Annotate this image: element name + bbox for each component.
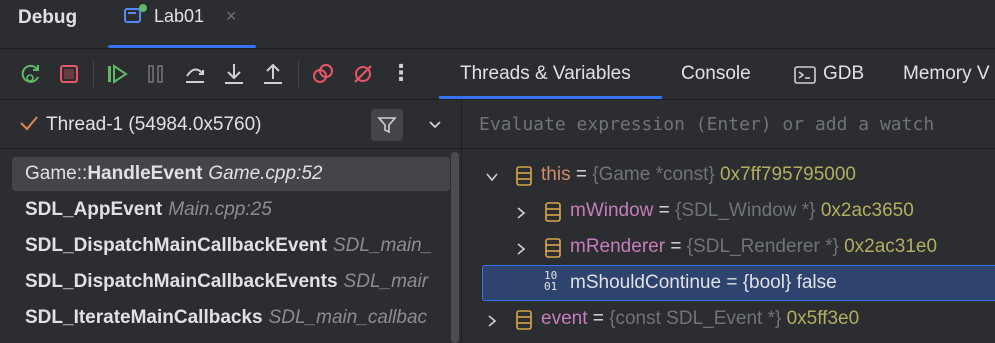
variable-value: 0x7ff795795000 [720, 164, 856, 185]
field-icon [515, 166, 533, 191]
pause-icon[interactable] [143, 61, 169, 87]
variable-name: mWindow [570, 200, 654, 221]
frame-function: SDL_DispatchMainCallbackEvent [25, 235, 327, 256]
check-icon [18, 112, 40, 139]
mute-breakpoints-icon[interactable] [350, 61, 376, 87]
chevron-down-icon[interactable] [485, 168, 499, 189]
variable-row-this[interactable]: this = {Game *const} 0x7ff795795000 [462, 157, 995, 193]
variable-name: this [541, 164, 571, 185]
frames-panel: Thread-1 (54984.0x5760) Game::HandleEven… [0, 100, 462, 343]
chevron-down-icon[interactable] [426, 115, 444, 138]
step-into-icon[interactable] [221, 61, 247, 87]
variable-name: event [541, 308, 588, 329]
frame-function: SDL_AppEvent [25, 199, 163, 220]
variable-text: mShouldContinue = {bool} false [570, 272, 837, 293]
thread-selector[interactable]: Thread-1 (54984.0x5760) [0, 100, 461, 149]
variable-value: 0x2ac31e0 [844, 236, 938, 257]
stack-frame-item[interactable]: SDL_DispatchMainCallbackEvents SDL_mair [12, 265, 450, 299]
resume-icon[interactable] [104, 61, 130, 87]
run-config-icon [124, 8, 141, 23]
tab-gdb[interactable]: GDB [823, 63, 864, 85]
chevron-right-icon[interactable] [514, 240, 528, 261]
active-tab-underline [439, 96, 662, 99]
equals-sign: = [665, 236, 687, 257]
frame-location: Main.cpp:25 [168, 199, 272, 220]
frame-namespace: Game:: [25, 163, 88, 184]
equals-sign: = [653, 200, 676, 221]
variables-panel: Evaluate expression (Enter) or add a wat… [462, 100, 995, 343]
step-out-icon[interactable] [260, 61, 286, 87]
frame-function: SDL_IterateMainCallbacks [25, 307, 263, 328]
variable-row-mrenderer[interactable]: mRenderer = {SDL_Renderer *} 0x2ac31e0 [462, 229, 995, 265]
view-breakpoints-icon[interactable] [310, 61, 336, 87]
frame-location: SDL_main_ [332, 235, 433, 256]
thread-label: Thread-1 (54984.0x5760) [46, 114, 262, 135]
filter-icon[interactable] [371, 109, 403, 141]
tab-memory-view[interactable]: Memory V [903, 63, 990, 85]
tab-console[interactable]: Console [681, 63, 751, 85]
active-tab-underline [108, 45, 256, 48]
evaluate-placeholder: Evaluate expression (Enter) or add a wat… [479, 114, 935, 135]
tool-window-title: Debug [18, 7, 78, 28]
variable-type: {SDL_Renderer *} [686, 236, 839, 257]
running-indicator-icon [139, 4, 147, 12]
variable-row-mwindow[interactable]: mWindow = {SDL_Window *} 0x2ac3650 [462, 193, 995, 229]
frame-location: Game.cpp:52 [208, 163, 323, 184]
frame-location: SDL_main_callbac [268, 307, 428, 328]
chevron-right-icon[interactable] [485, 312, 499, 333]
tab-label: Lab01 [154, 6, 205, 26]
evaluate-expression-input[interactable]: Evaluate expression (Enter) or add a wat… [462, 100, 995, 149]
field-icon [515, 310, 533, 335]
boolean-icon: 10 01 [544, 269, 558, 293]
variable-row-event[interactable]: event = {const SDL_Event *} 0x5ff3e0 [462, 301, 995, 337]
field-icon [544, 238, 562, 263]
frame-function: HandleEvent [87, 163, 203, 184]
debug-toolbar: ⋮ Threads & Variables Console GDB Memory… [0, 49, 995, 100]
toolbar-separator [93, 61, 94, 87]
tab-lab01[interactable]: Lab01 × [108, 0, 256, 48]
tool-window-header: Debug Lab01 × [0, 0, 995, 49]
stop-icon[interactable] [56, 61, 82, 87]
frame-location: SDL_mair [343, 271, 429, 292]
step-over-icon[interactable] [182, 61, 208, 87]
field-icon [544, 202, 562, 227]
toolbar-separator [298, 61, 299, 87]
stack-frame-item[interactable]: SDL_DispatchMainCallbackEvent SDL_main_ [12, 229, 450, 263]
variable-row-mshouldcontinue[interactable]: 10 01 mShouldContinue = {bool} false [482, 265, 995, 301]
equals-sign: = [570, 164, 593, 185]
variable-type: {Game *const} [592, 164, 715, 185]
stack-frame-item[interactable]: SDL_AppEvent Main.cpp:25 [12, 193, 450, 227]
variable-type: {SDL_Window *} [675, 200, 816, 221]
variable-type: {const SDL_Event *} [609, 308, 782, 329]
tab-threads-variables[interactable]: Threads & Variables [460, 63, 631, 85]
more-options-icon[interactable]: ⋮ [388, 60, 414, 86]
scrollbar-thumb[interactable] [451, 152, 459, 343]
close-icon[interactable]: × [226, 6, 237, 27]
frame-function: SDL_DispatchMainCallbackEvents [25, 271, 338, 292]
terminal-icon [792, 62, 818, 88]
variable-value: 0x2ac3650 [820, 200, 914, 221]
rerun-icon[interactable] [18, 61, 44, 87]
equals-sign: = [587, 308, 610, 329]
variable-name: mRenderer [570, 236, 666, 257]
variable-value: 0x5ff3e0 [786, 308, 860, 329]
stack-frame-item[interactable]: Game::HandleEvent Game.cpp:52 [12, 157, 450, 191]
chevron-right-icon[interactable] [514, 204, 528, 225]
stack-frame-item[interactable]: SDL_IterateMainCallbacks SDL_main_callbac [12, 301, 450, 335]
